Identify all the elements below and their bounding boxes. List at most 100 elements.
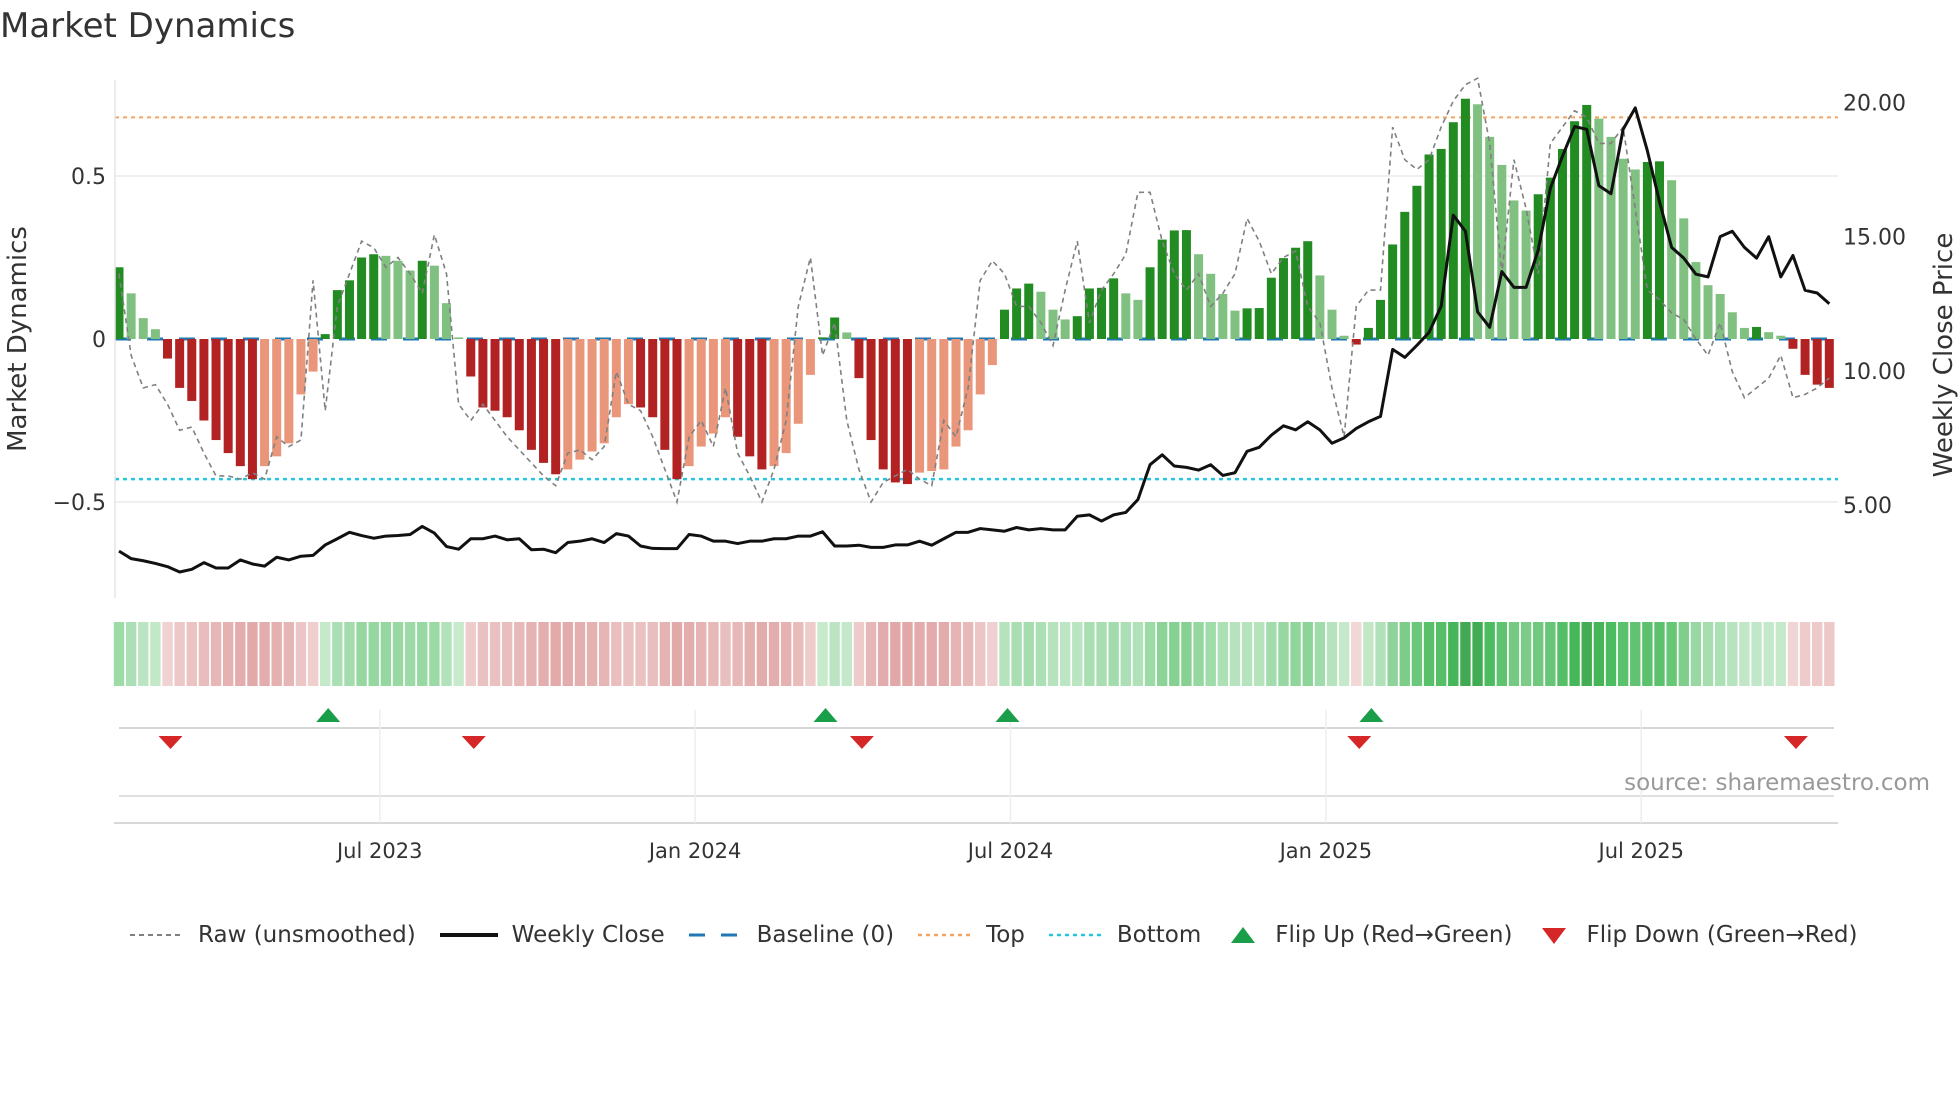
heat-cell (1072, 622, 1083, 686)
dynamics-bar (187, 339, 197, 401)
legend-item-baseline[interactable]: Baseline (0) (687, 922, 894, 948)
heat-cell (1690, 622, 1702, 686)
heat-cell (417, 622, 428, 686)
heat-cell (756, 622, 768, 686)
dynamics-bar (1460, 98, 1470, 339)
heat-cell (732, 622, 743, 686)
heat-cell (125, 622, 137, 686)
dynamics-bar (805, 339, 815, 375)
dynamics-bar (818, 337, 828, 339)
heat-cell (1448, 622, 1459, 686)
dynamics-bar (1533, 194, 1543, 339)
dynamics-bar (1739, 327, 1749, 339)
dashed-line-icon (688, 933, 743, 937)
heat-cell (1812, 622, 1823, 686)
heat-cell (514, 622, 525, 686)
dynamics-bar (1157, 239, 1167, 339)
legend-item-close[interactable]: Weekly Close (438, 922, 665, 948)
heat-cell (1205, 622, 1216, 686)
heat-cell (1338, 622, 1350, 686)
dynamics-bar (951, 339, 961, 447)
y-axis-label-right: Weekly Close Price (1929, 233, 1959, 478)
heat-cell (950, 622, 962, 686)
flip-down-marker (461, 736, 486, 749)
legend-label: Flip Up (Red→Green) (1275, 922, 1513, 948)
heat-cell (1411, 622, 1423, 686)
legend-item-flip-down[interactable]: Flip Down (Green→Red) (1534, 922, 1857, 948)
heat-cell (683, 622, 695, 686)
dynamics-bar (733, 339, 743, 437)
dynamics-bar (344, 280, 354, 339)
heat-cell (1326, 622, 1338, 686)
heat-cell (659, 622, 671, 686)
legend-item-bottom[interactable]: Bottom (1047, 922, 1201, 948)
dynamics-bar (1400, 211, 1410, 339)
dynamics-bar (1024, 283, 1034, 339)
heat-cell (1666, 622, 1677, 686)
y-axis-label-left: Market Dynamics (3, 226, 33, 452)
heat-cell (1799, 622, 1811, 686)
dynamics-bar (1570, 121, 1580, 340)
dynamics-bar (1788, 339, 1798, 349)
heat-cell (550, 622, 561, 686)
heat-cell (841, 622, 852, 686)
heat-cell (320, 622, 331, 686)
y-right-tick-label: 5.00 (1843, 494, 1892, 519)
dynamics-bar (1194, 254, 1204, 339)
heat-cell (1120, 622, 1131, 686)
legend-label: Weekly Close (511, 922, 665, 948)
dynamics-bar (466, 339, 476, 377)
dynamics-bar (696, 339, 706, 447)
heat-cell (926, 622, 937, 686)
heat-cell (150, 622, 161, 686)
legend-item-flip-up[interactable]: Flip Up (Red→Green) (1223, 922, 1512, 948)
dynamics-bar (1363, 327, 1373, 339)
heat-cell (1096, 622, 1107, 686)
heat-cell (1727, 622, 1738, 686)
dotted-line-icon (1048, 933, 1103, 937)
heat-cell (805, 622, 816, 686)
y-right-tick-label: 15.00 (1843, 226, 1906, 251)
dynamics-bar (551, 339, 561, 475)
source-note: source: sharemaestro.com (1624, 770, 1930, 796)
x-tick-label: Jan 2025 (1278, 839, 1373, 863)
heat-cell (1714, 622, 1726, 686)
heat-cell (138, 622, 149, 686)
heat-cell (1217, 622, 1229, 686)
heat-cell (1375, 622, 1386, 686)
heat-cell (222, 622, 234, 686)
legend-label: Top (986, 922, 1025, 948)
dynamics-bar (1630, 169, 1640, 339)
y-right-tick-label: 10.00 (1843, 360, 1906, 385)
dynamics-bar (126, 293, 136, 339)
heat-cell (344, 622, 355, 686)
legend-item-raw[interactable]: Raw (unsmoothed) (128, 922, 416, 948)
heat-cell (1423, 622, 1435, 686)
dynamics-bar (1727, 312, 1737, 339)
heat-cell (599, 622, 610, 686)
heat-cell (1545, 622, 1556, 686)
heat-cell (611, 622, 622, 686)
dynamics-bar (587, 339, 597, 452)
x-tick-label: Jul 2023 (335, 839, 422, 863)
flip-panel: Jul 2023 Jan 2024 Jul 2024 Jan 2025 Jul 2025 (114, 708, 1838, 863)
heat-cell (817, 622, 828, 686)
legend-item-top[interactable]: Top (916, 922, 1025, 948)
dynamics-bar (454, 337, 464, 339)
heat-cell (938, 622, 950, 686)
flip-down-marker (1783, 736, 1808, 749)
dynamics-bar (1824, 339, 1834, 388)
dynamics-bar (1557, 148, 1567, 339)
dynamics-bar (648, 339, 658, 418)
dynamics-bar (769, 339, 779, 467)
dynamics-bar (1097, 287, 1107, 339)
heat-cell (283, 622, 295, 686)
dynamics-bar (1242, 308, 1252, 339)
dynamics-bar (915, 339, 925, 473)
flip-up-marker (813, 708, 838, 722)
y-right-tick-label: 20.00 (1843, 92, 1906, 117)
heat-cell (574, 622, 586, 686)
heat-cell (853, 622, 865, 686)
dynamics-bar (1800, 339, 1810, 375)
dynamics-bar (963, 339, 973, 431)
